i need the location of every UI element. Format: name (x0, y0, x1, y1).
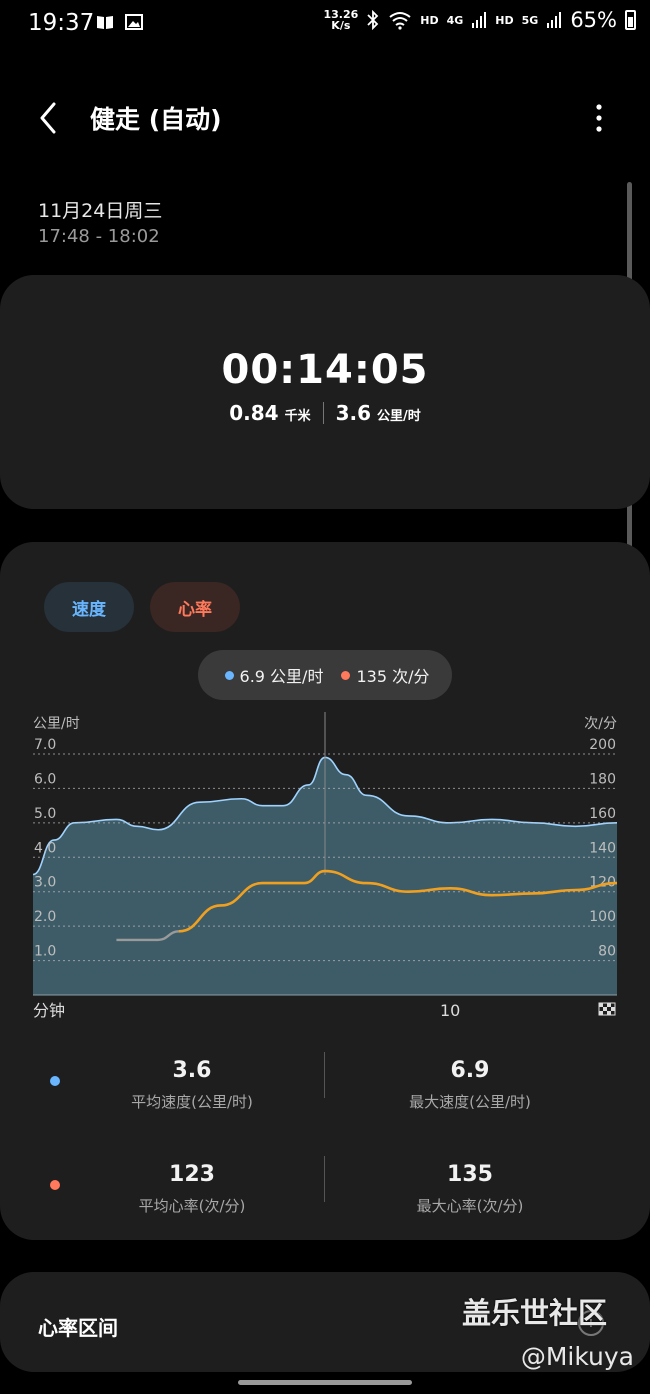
hr-stats-dot (50, 1180, 60, 1190)
status-icons: 13.26 K/s HD 4G HD 5G 65% (323, 8, 636, 32)
avg-hr-stat: 123 平均心率(次/分) (72, 1162, 312, 1216)
max-speed-stat: 6.9 最大速度(公里/时) (350, 1058, 590, 1112)
y-tick-right: 100 (589, 909, 616, 925)
battery-percent: 65% (570, 8, 617, 32)
app-header: 健走 (自动) (0, 88, 650, 148)
speed-unit: 公里/时 (377, 409, 421, 424)
image-notification-icon (125, 14, 143, 30)
summary-card: 00:14:05 0.84 千米 3.6 公里/时 (0, 275, 650, 509)
y-tick-left: 3.0 (34, 875, 56, 891)
speed-legend-dot (224, 670, 234, 680)
y-tick-right: 180 (589, 771, 616, 787)
chart-card: 速度 心率 6.9 公里/时 135 次/分 公里/时 次/分 7.0 200 6.0 1… (0, 542, 650, 1240)
network-speed-unit: K/s (331, 19, 351, 32)
watermark-site: 盖乐世社区 (462, 1296, 608, 1330)
watermark-user: @Mikuya (520, 1342, 634, 1371)
workout-time-range: 17:48 - 18:02 (38, 226, 160, 247)
avg-speed-label: 平均速度(公里/时) (131, 1093, 253, 1111)
y-tick-left: 7.0 (34, 737, 56, 753)
y-tick-right: 160 (589, 806, 616, 822)
stats-grid: 3.6 平均速度(公里/时) 6.9 最大速度(公里/时) 123 平均心率(次… (0, 1042, 650, 1242)
y-tick-right: 140 (589, 840, 616, 856)
stats-divider-1 (324, 1052, 325, 1098)
y-tick-left: 1.0 (34, 944, 56, 960)
avg-speed-stat: 3.6 平均速度(公里/时) (72, 1058, 312, 1112)
home-indicator[interactable] (238, 1380, 412, 1385)
max-hr-label: 最大心率(次/分) (416, 1197, 524, 1215)
summary-row: 0.84 千米 3.6 公里/时 (0, 401, 650, 425)
wifi-icon (389, 12, 411, 30)
x-tick-10: 10 (440, 1001, 460, 1020)
bluetooth-icon (367, 10, 379, 30)
avg-hr-value: 123 (169, 1162, 215, 1187)
y-tick-left: 6.0 (34, 771, 56, 787)
avg-speed-value: 3.6 (172, 1058, 212, 1083)
stats-divider-2 (324, 1156, 325, 1202)
summary-divider (322, 402, 324, 424)
chart-tooltip: 6.9 公里/时 135 次/分 (198, 650, 452, 700)
distance-value: 0.84 (229, 401, 279, 425)
hd-label-2: HD (495, 13, 514, 27)
heart-rate-zone-title: 心率区间 (38, 1316, 118, 1340)
tooltip-speed: 6.9 公里/时 (239, 667, 324, 686)
tab-heart-rate[interactable]: 心率 (150, 582, 240, 632)
max-speed-label: 最大速度(公里/时) (409, 1093, 531, 1111)
tooltip-heart-rate: 135 次/分 (356, 667, 430, 686)
avg-speed-summary-value: 3.6 (335, 401, 372, 425)
book-notification-icon (97, 16, 113, 29)
hr-legend-dot (341, 670, 351, 680)
max-hr-stat: 135 最大心率(次/分) (350, 1162, 590, 1216)
network-5g-label: 5G (521, 13, 539, 27)
y-tick-left: 4.0 (34, 840, 56, 856)
back-arrow-icon[interactable] (34, 100, 64, 136)
tab-speed[interactable]: 速度 (44, 582, 134, 632)
page-title: 健走 (自动) (90, 105, 222, 134)
network-4g-label: 4G (446, 13, 464, 27)
y-tick-right: 200 (589, 737, 616, 753)
y-tick-left: 5.0 (34, 806, 56, 822)
y-tick-left: 2.0 (34, 909, 56, 925)
workout-date: 11月24日周三 (38, 200, 163, 222)
more-options-icon[interactable] (584, 98, 614, 138)
workout-duration: 00:14:05 (221, 347, 429, 393)
signal-icon-1 (472, 12, 487, 28)
battery-icon (625, 10, 636, 30)
distance-unit: 千米 (284, 409, 311, 424)
speed-stats-dot (50, 1076, 60, 1086)
hd-label-1: HD (420, 13, 439, 27)
status-bar: 19:37 13.26 K/s HD 4G HD 5G 65% (0, 0, 650, 50)
x-axis-label: 分钟 (33, 1001, 65, 1020)
max-speed-value: 6.9 (450, 1058, 490, 1083)
status-time: 19:37 (28, 10, 95, 36)
avg-hr-label: 平均心率(次/分) (138, 1197, 246, 1215)
left-axis-title: 公里/时 (33, 716, 80, 732)
right-axis-title: 次/分 (584, 716, 617, 732)
y-tick-right: 80 (598, 944, 616, 960)
finish-flag-icon (598, 1002, 616, 1016)
max-hr-value: 135 (447, 1162, 493, 1187)
network-speed: 13.26 K/s (323, 9, 358, 31)
signal-icon-2 (547, 12, 562, 28)
speed-heart-rate-chart[interactable]: 公里/时 次/分7.0 2006.0 1805.0 1604.0 1403.0 1202.0… (0, 712, 650, 1022)
